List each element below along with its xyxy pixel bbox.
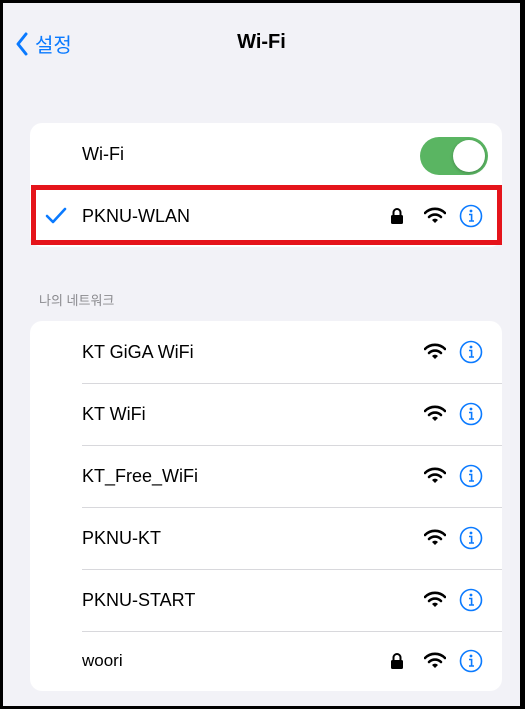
network-name: KT_Free_WiFi <box>82 465 199 486</box>
navigation-bar: 설정 Wi-Fi <box>3 3 520 89</box>
network-row[interactable]: PKNU-KT <box>30 507 502 569</box>
info-icon[interactable] <box>459 402 483 426</box>
lock-icon <box>391 208 403 224</box>
info-icon[interactable] <box>459 588 483 612</box>
network-row[interactable]: KT GiGA WiFi <box>30 321 502 383</box>
network-name: KT GiGA WiFi <box>82 341 194 362</box>
info-icon[interactable] <box>459 526 483 550</box>
wifi-signal-icon <box>424 405 446 421</box>
network-row[interactable]: woori <box>30 631 502 691</box>
wifi-signal-icon <box>424 467 446 483</box>
wifi-card: Wi-Fi PKNU-WLAN <box>30 123 502 247</box>
wifi-signal-icon <box>424 591 446 607</box>
lock-icon <box>391 653 403 669</box>
network-name: PKNU-KT <box>82 527 162 548</box>
info-icon[interactable] <box>459 340 483 364</box>
connected-network-name: PKNU-WLAN <box>82 205 191 226</box>
page-title: Wi-Fi <box>237 31 286 53</box>
wifi-signal-icon <box>424 207 446 223</box>
connected-network-row[interactable]: PKNU-WLAN <box>30 185 502 247</box>
network-row[interactable]: KT WiFi <box>30 383 502 445</box>
wifi-signal-icon <box>424 652 446 668</box>
wifi-toggle[interactable] <box>420 137 488 175</box>
info-icon[interactable] <box>459 649 483 673</box>
network-name: woori <box>82 651 123 670</box>
wifi-toggle-row: Wi-Fi <box>30 123 502 185</box>
wifi-signal-icon <box>424 529 446 545</box>
network-row[interactable]: KT_Free_WiFi <box>30 445 502 507</box>
network-row[interactable]: PKNU-START <box>30 569 502 631</box>
toggle-knob <box>453 140 485 172</box>
settings-screen: 설정 Wi-Fi Wi-Fi PKNU-WLAN 나의 네트워크 KT GiGA… <box>3 3 520 706</box>
wifi-signal-icon <box>424 343 446 359</box>
section-header-my-networks: 나의 네트워크 <box>39 293 115 308</box>
info-icon[interactable] <box>459 204 483 228</box>
my-networks-list: KT GiGA WiFi KT WiFi KT_Free_WiFi PKNU-K… <box>30 321 502 691</box>
checkmark-icon <box>45 207 67 224</box>
network-name: KT WiFi <box>82 403 146 424</box>
info-icon[interactable] <box>459 464 483 488</box>
network-name: PKNU-START <box>82 589 196 610</box>
wifi-toggle-label: Wi-Fi <box>82 143 124 164</box>
